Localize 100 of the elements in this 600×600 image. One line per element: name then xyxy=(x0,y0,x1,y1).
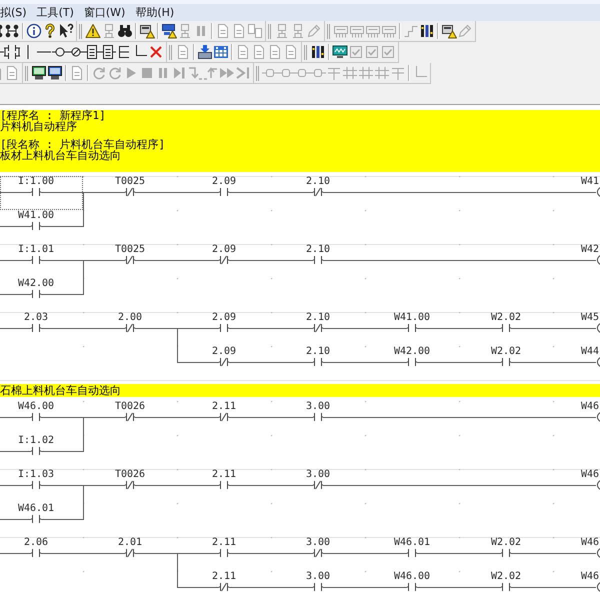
ladder-cell[interactable]: I:1.01 xyxy=(0,244,83,278)
monitor-icon[interactable] xyxy=(31,65,47,81)
ladder-cell[interactable]: 2.10 xyxy=(271,346,365,380)
ladder-cell[interactable]: 2.09 xyxy=(177,244,271,278)
ladder-cell[interactable]: W46 xyxy=(553,401,600,435)
ladder-cell[interactable]: T0025 xyxy=(83,176,177,210)
normally-open-contact-icon xyxy=(219,323,229,333)
ladder-cell[interactable]: 2.10 xyxy=(271,176,365,210)
normally-closed-contact-icon xyxy=(313,480,323,490)
ladder-cell[interactable]: 2.10 xyxy=(271,244,365,278)
ladder-cell[interactable]: 3.00 xyxy=(271,469,365,503)
ladder-cell[interactable]: W2.02 xyxy=(459,537,553,571)
ladder-cell[interactable]: W46 xyxy=(553,537,600,571)
menu-item[interactable]: 工具(T) xyxy=(32,4,79,21)
device-warning-icon[interactable] xyxy=(441,23,457,39)
comment-line: 片料机自动程序 xyxy=(0,121,77,132)
toolbar-grip[interactable] xyxy=(304,44,307,60)
ladder-cell[interactable]: 2.09 xyxy=(177,176,271,210)
normally-closed-contact-icon xyxy=(125,323,135,333)
menu-item[interactable]: 帮助(H) xyxy=(130,4,180,21)
operand-label: I:1.00 xyxy=(18,177,54,187)
ladder-cell[interactable]: T0026 xyxy=(83,469,177,503)
ladder-cell[interactable]: W41.00 xyxy=(365,312,459,346)
normally-open-contact-icon xyxy=(313,255,323,265)
ladder-cell[interactable]: W41.00 xyxy=(0,210,83,244)
parallel-contacts-icon[interactable] xyxy=(4,44,20,60)
ladder-cell[interactable]: W46.01 xyxy=(0,503,83,537)
ladder-cell[interactable]: I:1.03 xyxy=(0,469,83,503)
ladder-cell[interactable]: W2.02 xyxy=(459,312,553,346)
monitor-icon[interactable] xyxy=(332,44,348,60)
operand-label: 3.00 xyxy=(306,402,330,412)
calendar-icon[interactable] xyxy=(213,44,229,60)
ladder-cell[interactable]: 2.11 xyxy=(177,571,271,600)
binoculars-icon[interactable] xyxy=(117,23,133,39)
info-icon[interactable] xyxy=(26,23,42,39)
instruction-icon[interactable] xyxy=(84,44,100,60)
normally-open-contact-icon xyxy=(407,582,417,592)
branch-wire xyxy=(83,417,84,452)
panel-warning-icon[interactable] xyxy=(161,23,177,39)
ladder-cell[interactable]: T0026 xyxy=(83,401,177,435)
ladder-cell[interactable]: W46 xyxy=(553,571,600,600)
operand-label: W46.01 xyxy=(394,538,430,548)
toolbar-grip[interactable] xyxy=(25,66,28,80)
ladder-cell[interactable]: W41 xyxy=(553,176,600,210)
normally-closed-contact-icon xyxy=(125,412,135,422)
network-icon[interactable] xyxy=(0,23,4,39)
toolbar-grip[interactable] xyxy=(256,66,259,80)
ladder-cell[interactable]: W2.02 xyxy=(459,571,553,600)
ladder-cell[interactable]: W2.02 xyxy=(459,346,553,380)
toolbar-grip[interactable] xyxy=(268,24,271,38)
ladder-cell[interactable]: 2.09 xyxy=(177,312,271,346)
ladder-cell[interactable]: 2.00 xyxy=(83,312,177,346)
ladder-cell[interactable]: 2.11 xyxy=(177,537,271,571)
delete-icon[interactable] xyxy=(148,44,164,60)
normally-open-contact-icon xyxy=(501,548,511,558)
monitor-icon[interactable] xyxy=(47,65,63,81)
branch-icon[interactable] xyxy=(116,44,132,60)
network-icon[interactable] xyxy=(4,23,20,39)
ladder-cell[interactable]: 2.06 xyxy=(0,537,83,571)
ladder-cell[interactable]: W46.00 xyxy=(0,401,83,435)
instruction-icon[interactable] xyxy=(100,44,116,60)
ladder-cell[interactable]: 3.00 xyxy=(271,571,365,600)
normally-open-contact-icon xyxy=(501,323,511,333)
ladder-cell[interactable]: I:1.02 xyxy=(0,435,83,469)
ladder-cell[interactable]: W45 xyxy=(553,312,600,346)
ladder-cell[interactable]: 2.01 xyxy=(83,537,177,571)
bars-icon[interactable] xyxy=(419,23,435,39)
ladder-cell[interactable]: W42.00 xyxy=(365,346,459,380)
normally-open-contact-icon xyxy=(31,187,41,197)
ladder-cell[interactable]: T0025 xyxy=(83,244,177,278)
download-icon[interactable] xyxy=(197,44,213,60)
ladder-cell[interactable]: 2.03 xyxy=(0,312,83,346)
operand-label: 2.11 xyxy=(212,470,236,480)
comment-line: [段名称 : 片料机台车自动程序] xyxy=(0,139,166,150)
device-warning-icon[interactable] xyxy=(139,23,155,39)
operand-label: 2.11 xyxy=(212,572,236,582)
normally-closed-contact-icon xyxy=(125,255,135,265)
ladder-cell[interactable]: 2.10 xyxy=(271,312,365,346)
toolbar-grip[interactable] xyxy=(79,24,82,38)
operand-label: 2.10 xyxy=(306,177,330,187)
ladder-cell[interactable]: W44 xyxy=(553,346,600,380)
ladder-cell[interactable]: 2.11 xyxy=(177,401,271,435)
toolbar-grip[interactable] xyxy=(169,44,172,60)
warning-icon[interactable] xyxy=(85,23,101,39)
ladder-cell[interactable]: 2.11 xyxy=(177,469,271,503)
ladder-cell[interactable]: W42.00 xyxy=(0,278,83,312)
toolbar-grip[interactable] xyxy=(327,24,330,38)
ladder-cell[interactable]: W46.00 xyxy=(365,571,459,600)
ladder-cell[interactable]: W42 xyxy=(553,244,600,278)
ladder-cell[interactable]: 3.00 xyxy=(271,537,365,571)
ladder-cell[interactable]: 2.09 xyxy=(177,346,271,380)
operand-label: W41.00 xyxy=(394,313,430,323)
menu-item[interactable]: 窗口(W) xyxy=(78,4,130,21)
pointer-help-icon[interactable] xyxy=(58,23,74,39)
ladder-cell[interactable]: I:1.00 xyxy=(0,176,83,210)
ladder-cell[interactable]: W46.01 xyxy=(365,537,459,571)
bars-icon[interactable] xyxy=(310,44,326,60)
ladder-cell[interactable]: W46 xyxy=(553,469,600,503)
menu-item[interactable]: 拟(S) xyxy=(0,4,32,21)
ladder-cell[interactable]: 3.00 xyxy=(271,401,365,435)
